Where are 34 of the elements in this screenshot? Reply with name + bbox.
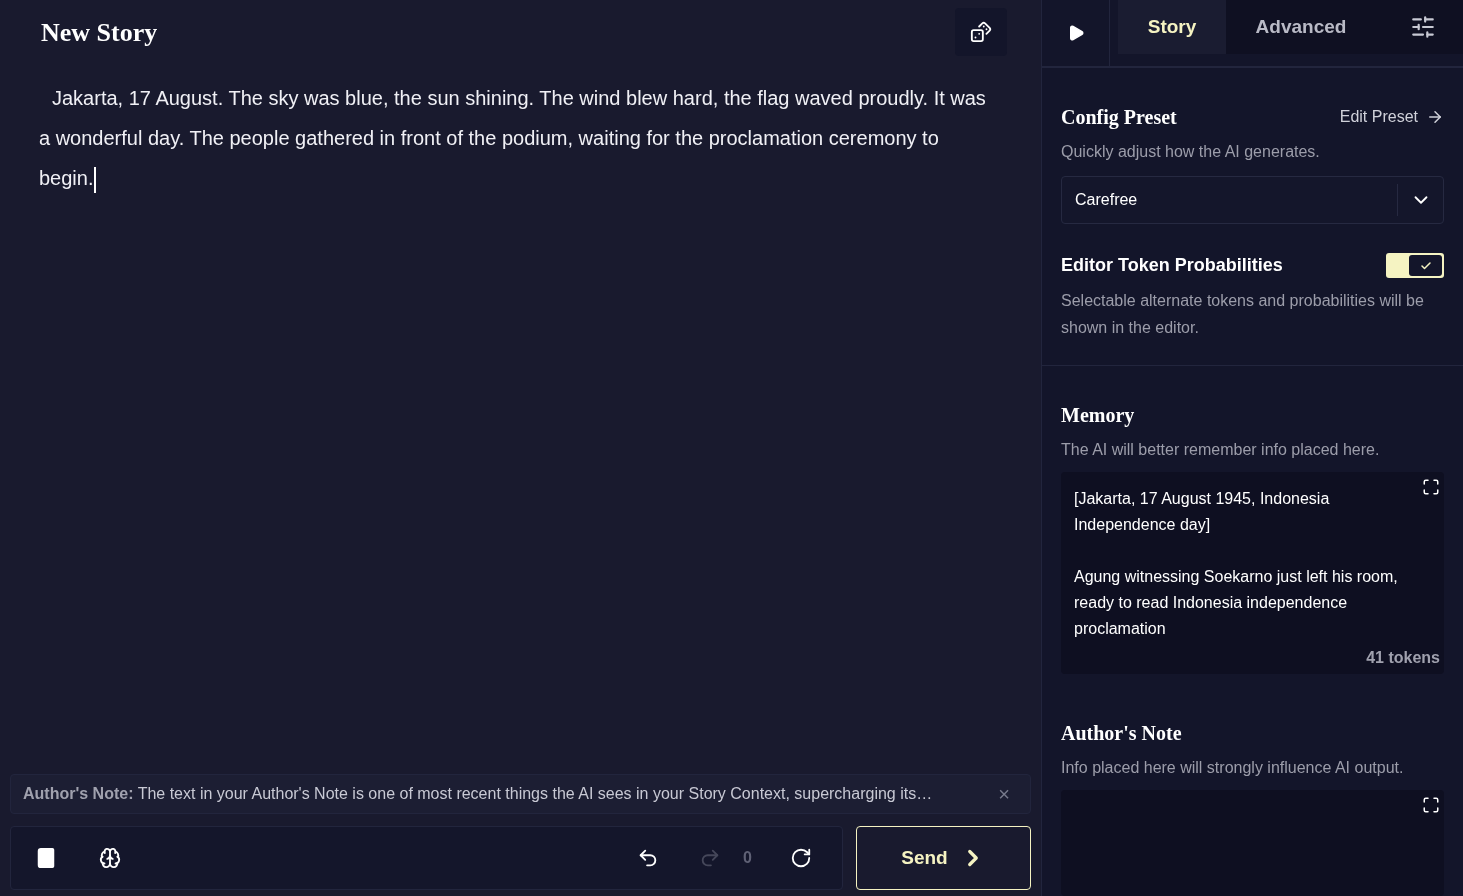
story-title: New Story (41, 16, 158, 49)
section-description: Quickly adjust how the AI generates. (1061, 142, 1321, 162)
brain-icon[interactable] (99, 847, 121, 869)
token-count: 41 tokens (1366, 648, 1440, 668)
edit-preset-link[interactable]: Edit Preset (1339, 105, 1444, 129)
section-title: Config Preset (1061, 105, 1177, 131)
expand-icon[interactable] (1422, 796, 1440, 814)
book-icon[interactable] (35, 847, 57, 869)
section-description: The AI will better remember info placed here. (1061, 440, 1381, 460)
dice-button[interactable] (955, 8, 1007, 56)
tab[interactable]: Story (1118, 0, 1226, 54)
section-title: Memory (1061, 403, 1136, 429)
check-icon (1419, 259, 1432, 272)
send-button[interactable]: Send (856, 826, 1031, 890)
memory-text: [Jakarta, 17 August 1945, Indonesia Independence day] (1074, 489, 1331, 535)
expand-icon[interactable] (1422, 478, 1440, 496)
notice-text: Author's Note: The text in your Author's Note is one of most recent things the AI sees in your Story Context, supercharging its… (23, 784, 933, 804)
section-description: Info placed here will strongly influence AI output. (1061, 758, 1405, 778)
authors-note-field[interactable] (1061, 790, 1444, 896)
toggle-switch[interactable] (1386, 253, 1444, 278)
tab[interactable]: Advanced (1226, 0, 1376, 54)
setting-title: Editor Token Probabilities (1061, 254, 1283, 277)
retry-count: 0 (743, 848, 752, 868)
memory-text: Agung witnessing Soekarno just left his room, ready to read Indonesia independence proclamation (1074, 567, 1399, 639)
close-button[interactable]: × (990, 779, 1018, 809)
retry-button[interactable] (790, 847, 812, 869)
setting-description: Selectable alternate tokens and probabilities will be shown in the editor. (1061, 291, 1425, 338)
story-text[interactable]: Jakarta, 17 August. The sky was blue, the sun shining. The wind blew hard, the flag waved proudly. It was a wonderful day. The people gathered in front of the podium, waiting for the proclamation ceremony to begin. (39, 78, 991, 198)
text-cursor (93, 166, 96, 193)
memory-field[interactable]: [Jakarta, 17 August 1945, Indonesia Independence day] Agung witnessing Soekarno just left his room, ready to read Indonesia independence proclamation 41 tokens (1061, 472, 1444, 674)
arrow-right-icon (1426, 108, 1444, 126)
preset-dropdown[interactable]: Carefree (1061, 176, 1444, 224)
dice-icon (970, 21, 992, 43)
section-title: Author's Note (1061, 721, 1183, 746)
